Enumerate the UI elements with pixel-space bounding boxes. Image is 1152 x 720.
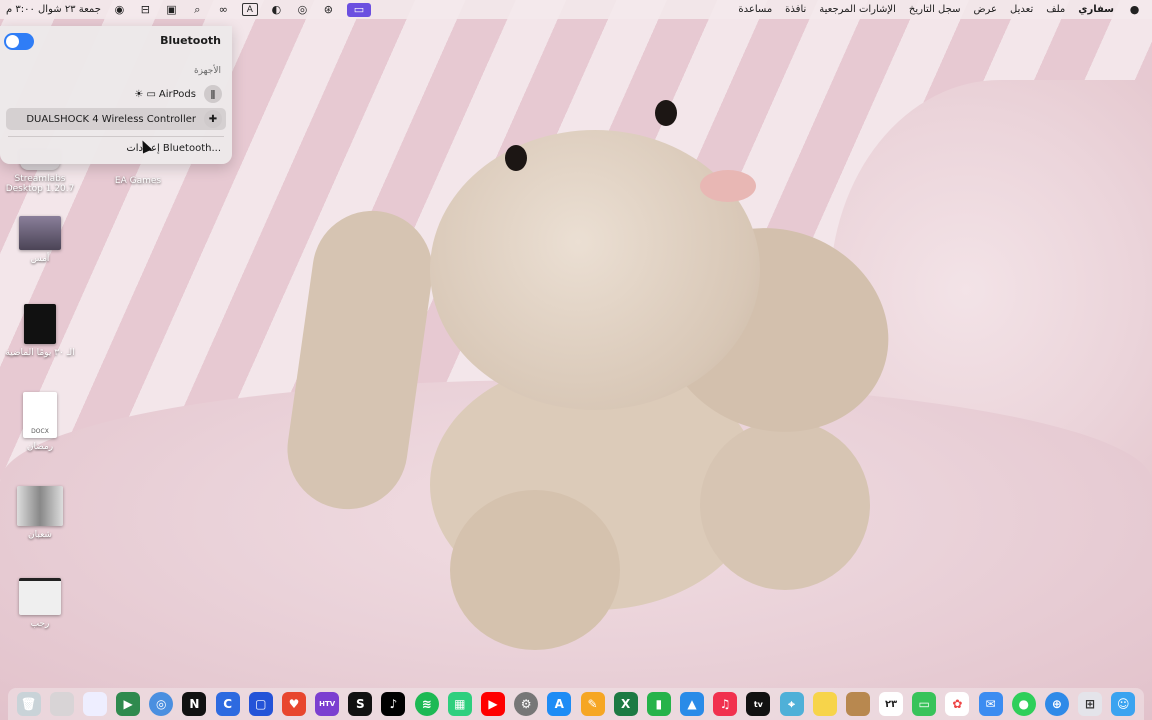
capcut-icon[interactable]: C bbox=[215, 692, 240, 716]
youtube-icon[interactable]: ▶ bbox=[480, 692, 505, 716]
launchpad-icon[interactable]: ⊞ bbox=[1078, 692, 1103, 716]
trash-icon[interactable]: 🗑 bbox=[16, 692, 41, 716]
dark-mode-icon[interactable]: ◐ bbox=[269, 3, 284, 17]
siri-icon[interactable]: ◉ bbox=[112, 3, 127, 17]
bunny-arm bbox=[700, 420, 870, 590]
menu-edit[interactable]: تعديل bbox=[1010, 4, 1033, 15]
finder-icon[interactable]: ☺ bbox=[1111, 692, 1136, 716]
airpods-icon: ǁ bbox=[204, 85, 222, 103]
menu-view[interactable]: عرض bbox=[973, 4, 997, 15]
search-icon[interactable]: ⌕ bbox=[190, 3, 205, 17]
mail-icon[interactable]: ✉ bbox=[978, 692, 1003, 716]
menu-help[interactable]: مساعدة bbox=[738, 4, 772, 15]
file-type-label: DOCX bbox=[31, 428, 49, 435]
bluetooth-status-icon[interactable]: ▣ bbox=[164, 3, 179, 17]
app-icon[interactable]: ▢ bbox=[248, 692, 273, 716]
bunny-ear-left bbox=[279, 203, 441, 517]
dock: 🗑 ▶ ◎ N C ▢ ♥ HTV S ♪ ≋ ▦ ▶ ⚙ A ✎ X ▮ ▲ … bbox=[8, 688, 1144, 720]
facetime-icon[interactable]: ▶ bbox=[116, 692, 141, 716]
contacts-icon[interactable] bbox=[845, 692, 870, 716]
skype-icon[interactable]: S bbox=[348, 692, 373, 716]
tiktok-icon[interactable]: ♪ bbox=[381, 692, 406, 716]
menu-bookmarks[interactable]: الإشارات المرجعية bbox=[819, 4, 896, 15]
link-icon[interactable]: ∞ bbox=[216, 3, 231, 17]
divider bbox=[8, 136, 224, 137]
chrome-icon[interactable]: ◎ bbox=[149, 692, 174, 716]
notion-icon[interactable]: N bbox=[182, 692, 207, 716]
device-airpods[interactable]: ☀ ▭ AirPods ǁ bbox=[6, 83, 226, 105]
docx-file-icon: DOCX bbox=[23, 392, 57, 438]
battery-icon: ☀ ▭ bbox=[134, 88, 156, 100]
downloads-icon[interactable] bbox=[49, 692, 74, 716]
excel-icon[interactable]: X bbox=[613, 692, 638, 716]
desktop-icon-shaaban[interactable]: شعبان bbox=[0, 486, 82, 540]
safari-icon[interactable]: ⊕ bbox=[1044, 692, 1069, 716]
desktop-icon-label: رجب bbox=[30, 619, 50, 629]
desktop-icon-ea-games[interactable]: EA Games bbox=[96, 176, 180, 186]
bunny-leg bbox=[450, 490, 620, 650]
menu-bar: جمعة ٢٣ شوال ٣:٠٠ م ◉ ⊟ ▣ ⌕ ∞ A ◐ ◎ ⊛ ▭ … bbox=[0, 0, 1152, 19]
device-name: AirPods bbox=[158, 88, 196, 100]
music-icon[interactable]: ♫ bbox=[713, 692, 738, 716]
gamepad-icon: ✚ bbox=[204, 110, 222, 128]
bunny-nose bbox=[700, 170, 756, 202]
app-menu-safari[interactable]: سفاري bbox=[1078, 4, 1114, 15]
desktop-icon-label: الـ ٣٠ يومًا الماضية bbox=[5, 348, 75, 358]
bunny-eye-left bbox=[505, 145, 527, 171]
hbo-tv-icon[interactable]: HTV bbox=[315, 692, 340, 716]
pencil-icon[interactable]: ✎ bbox=[580, 692, 605, 716]
photos-icon[interactable]: ✿ bbox=[945, 692, 970, 716]
bunny-eye-right bbox=[655, 100, 677, 126]
app-menus: ● سفاري ملف تعديل عرض سجل التاريخ الإشار… bbox=[738, 0, 1142, 19]
device-dualshock[interactable]: DUALSHOCK 4 Wireless Controller ✚ bbox=[6, 108, 226, 130]
device-name: DUALSHOCK 4 Wireless Controller bbox=[26, 113, 196, 125]
maps-icon[interactable]: ⌖ bbox=[779, 692, 804, 716]
desktop-icon-rajab[interactable]: رجب bbox=[0, 578, 82, 629]
keynote-icon[interactable]: ▲ bbox=[680, 692, 705, 716]
screen-share-icon[interactable]: ▭ bbox=[346, 2, 371, 17]
folder-thumb-icon bbox=[17, 486, 63, 526]
folder-thumb-icon bbox=[19, 578, 61, 615]
bluetooth-title: Bluetooth bbox=[160, 34, 221, 47]
clock[interactable]: جمعة ٢٣ شوال ٣:٠٠ م bbox=[6, 4, 101, 15]
folder-thumb-icon bbox=[24, 304, 56, 344]
devices-section-label: الأجهزة bbox=[193, 66, 221, 76]
desktop-icon-yesterday[interactable]: أمس bbox=[0, 216, 82, 264]
control-center-icon[interactable]: ⊟ bbox=[138, 3, 153, 17]
desktop-icon-label: EA Games bbox=[114, 176, 162, 186]
hbo-icon[interactable]: ♥ bbox=[281, 692, 306, 716]
airplay-icon[interactable]: ◎ bbox=[295, 3, 310, 17]
menu-window[interactable]: نافذة bbox=[785, 4, 806, 15]
numbers-icon[interactable]: ▮ bbox=[646, 692, 671, 716]
document-icon[interactable] bbox=[82, 692, 107, 716]
text-input-icon[interactable]: A bbox=[241, 3, 258, 16]
calendar-icon[interactable]: ٢٣ bbox=[879, 692, 904, 716]
desktop-icon-ramadan[interactable]: DOCX رمضان bbox=[0, 392, 82, 452]
wallpaper-bunny bbox=[279, 100, 918, 690]
record-icon[interactable]: ⊛ bbox=[321, 3, 336, 17]
spotify-icon[interactable]: ≋ bbox=[414, 692, 439, 716]
bluetooth-toggle[interactable] bbox=[4, 33, 34, 50]
grid-app-icon[interactable]: ▦ bbox=[447, 692, 472, 716]
notes-icon[interactable] bbox=[812, 692, 837, 716]
status-area: جمعة ٢٣ شوال ٣:٠٠ م ◉ ⊟ ▣ ⌕ ∞ A ◐ ◎ ⊛ ▭ bbox=[0, 0, 371, 19]
apple-tv-icon[interactable]: tv bbox=[746, 692, 771, 716]
folder-thumb-icon bbox=[19, 216, 61, 250]
calendar-date: ٢٣ bbox=[884, 698, 898, 710]
desktop-icon-label: Streamlabs Desktop 1.20.7 bbox=[5, 174, 75, 194]
settings-icon[interactable]: ⚙ bbox=[514, 692, 539, 716]
desktop-icon-label: شعبان bbox=[28, 530, 52, 540]
facetime-video-icon[interactable]: ▭ bbox=[912, 692, 937, 716]
menu-history[interactable]: سجل التاريخ bbox=[909, 4, 961, 15]
desktop-icon-label: أمس bbox=[30, 254, 50, 264]
app-store-icon[interactable]: A bbox=[547, 692, 572, 716]
desktop-icon-label: رمضان bbox=[26, 442, 54, 452]
messages-icon[interactable]: ● bbox=[1011, 692, 1036, 716]
apple-icon[interactable]: ● bbox=[1127, 3, 1142, 17]
bunny-head bbox=[430, 100, 760, 410]
bluetooth-panel: Bluetooth الأجهزة ☀ ▭ AirPods ǁ DUALSHOC… bbox=[0, 26, 232, 164]
desktop-icon-last-30-days[interactable]: الـ ٣٠ يومًا الماضية bbox=[0, 304, 82, 358]
menu-file[interactable]: ملف bbox=[1046, 4, 1065, 15]
